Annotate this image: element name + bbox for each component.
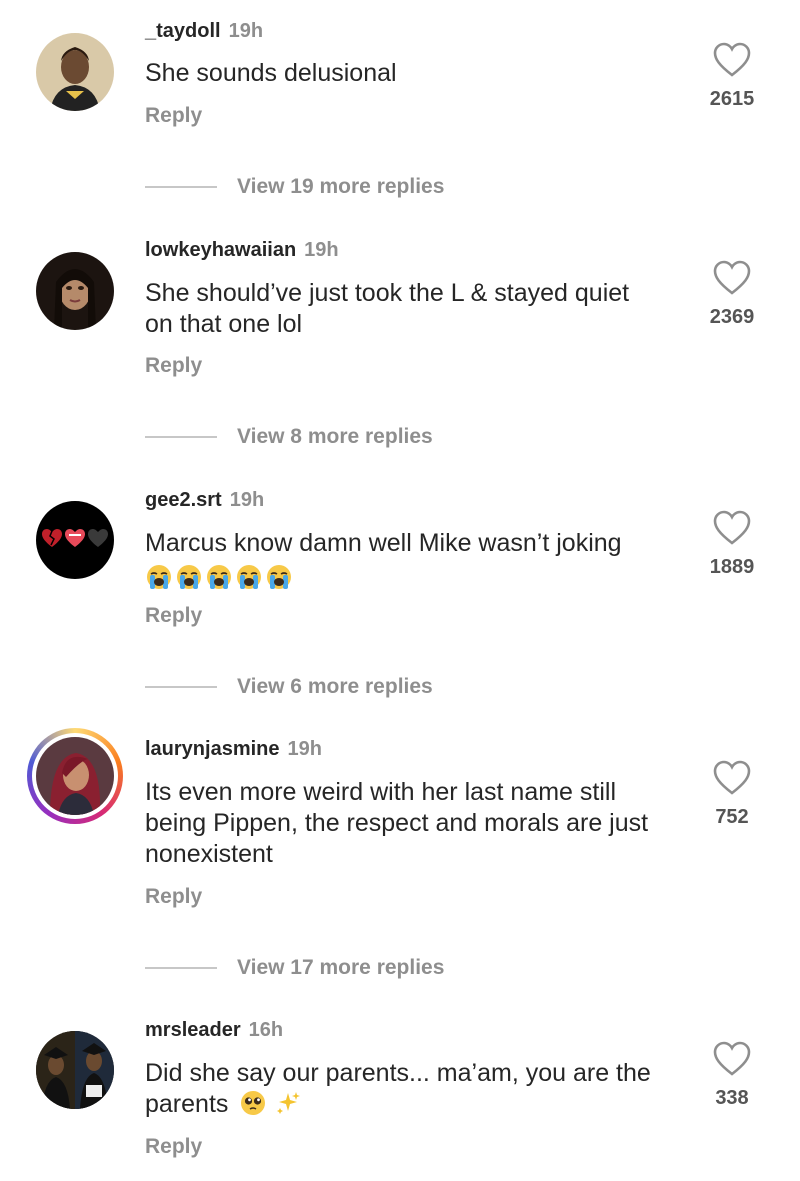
divider <box>145 186 217 188</box>
crying-face-icon <box>177 565 201 590</box>
like-button[interactable]: 2369 <box>708 260 756 329</box>
comment-line: being Pippen, the respect and morals are… <box>145 809 649 837</box>
heart-icon <box>713 760 751 795</box>
divider <box>145 686 217 688</box>
crying-face-icon <box>207 565 231 590</box>
reply-button[interactable]: Reply <box>145 885 202 909</box>
comment-line: Marcus know damn well Mike wasn’t joking <box>145 529 622 557</box>
username[interactable]: mrsleader <box>145 1019 241 1041</box>
comment-line: Its even more weird with her last name s… <box>145 778 617 806</box>
comment-line: She should’ve just took the L & stayed q… <box>145 279 630 307</box>
comment-text: She should’ve just took the L & stayed q… <box>145 278 685 340</box>
pleading-face-icon <box>241 1091 266 1115</box>
view-replies-button[interactable]: View 8 more replies <box>145 425 433 449</box>
like-count: 2369 <box>709 306 755 328</box>
comment-meta: mrsleader 16h <box>145 1018 283 1042</box>
comment-text: Marcus know damn well Mike wasn’t joking <box>145 528 685 591</box>
divider <box>145 967 217 969</box>
comment-line: on that one lol <box>145 310 303 338</box>
emoji-row <box>145 563 293 591</box>
sparkles-icon <box>277 1092 301 1114</box>
comment-meta: gee2.srt 19h <box>145 488 264 512</box>
comment-text: Did she say our parents... ma’am, you ar… <box>145 1058 685 1120</box>
timestamp: 19h <box>287 738 322 760</box>
like-count: 338 <box>715 1087 749 1109</box>
comment-meta: lowkeyhawaiian 19h <box>145 238 339 262</box>
like-button[interactable]: 2615 <box>708 42 756 111</box>
username[interactable]: _taydoll <box>145 20 221 42</box>
avatar[interactable] <box>36 1031 114 1109</box>
crying-face-icon <box>267 565 291 590</box>
reply-button[interactable]: Reply <box>145 354 202 378</box>
avatar[interactable] <box>36 501 114 579</box>
heart-icon <box>713 510 751 545</box>
view-replies-button[interactable]: View 6 more replies <box>145 675 433 699</box>
divider <box>145 436 217 438</box>
like-button[interactable]: 752 <box>708 760 756 829</box>
avatar[interactable] <box>36 33 114 111</box>
heart-icon <box>713 260 751 295</box>
comment-line: parents <box>145 1090 229 1118</box>
timestamp: 16h <box>248 1019 284 1041</box>
comment-line-with-emoji: parents <box>145 1089 685 1120</box>
like-button[interactable]: 1889 <box>708 510 756 579</box>
timestamp: 19h <box>228 20 264 42</box>
comment-text: Its even more weird with her last name s… <box>145 777 685 870</box>
view-replies-label: View 6 more replies <box>237 675 433 698</box>
crying-face-icon <box>147 565 171 590</box>
heart-icon <box>713 42 751 77</box>
reply-button[interactable]: Reply <box>145 104 202 128</box>
comment-meta: laurynjasmine 19h <box>145 737 322 761</box>
view-replies-label: View 8 more replies <box>237 425 433 448</box>
comment-text: She sounds delusional <box>145 58 685 89</box>
avatar[interactable] <box>36 252 114 330</box>
comment-line: Did she say our parents... ma’am, you ar… <box>145 1059 651 1087</box>
timestamp: 19h <box>229 489 265 511</box>
timestamp: 19h <box>304 239 339 261</box>
comment-meta: _taydoll 19h <box>145 19 263 43</box>
reply-button[interactable]: Reply <box>145 1135 202 1159</box>
like-count: 752 <box>715 806 749 828</box>
avatar[interactable] <box>27 728 123 824</box>
comment-line: She sounds delusional <box>145 59 397 87</box>
username[interactable]: lowkeyhawaiian <box>145 239 296 261</box>
like-count: 2615 <box>709 88 755 110</box>
crying-face-icon <box>237 565 261 590</box>
heart-icon <box>713 1041 751 1076</box>
story-ring <box>32 733 118 819</box>
view-replies-label: View 19 more replies <box>237 175 445 198</box>
reply-button[interactable]: Reply <box>145 604 202 628</box>
like-count: 1889 <box>709 556 755 578</box>
view-replies-label: View 17 more replies <box>237 956 445 979</box>
view-replies-button[interactable]: View 19 more replies <box>145 175 444 199</box>
username[interactable]: laurynjasmine <box>145 738 280 760</box>
username[interactable]: gee2.srt <box>145 489 222 511</box>
view-replies-button[interactable]: View 17 more replies <box>145 956 444 980</box>
like-button[interactable]: 338 <box>708 1041 756 1110</box>
comment-line: nonexistent <box>145 840 273 868</box>
